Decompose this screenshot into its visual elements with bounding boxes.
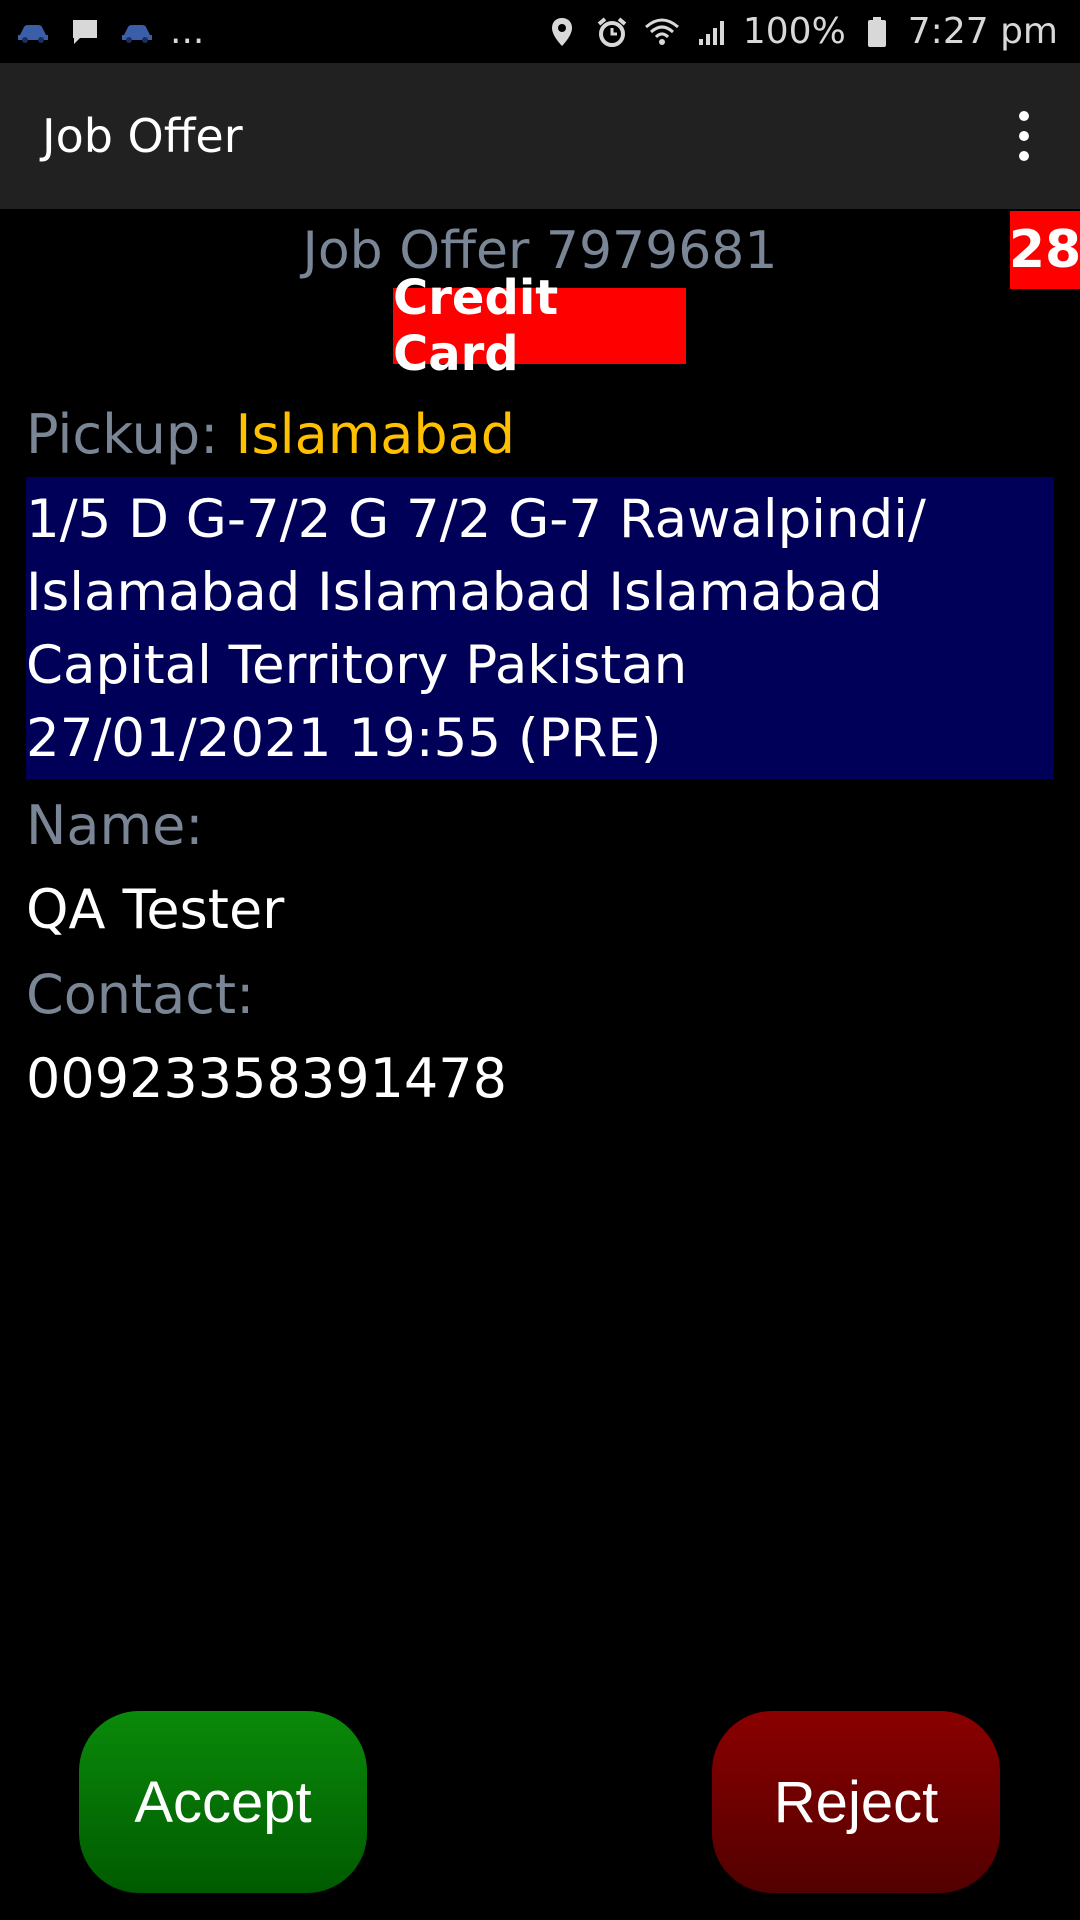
contact-label: Contact: [26, 963, 255, 1026]
message-icon [66, 13, 104, 51]
car-icon [118, 13, 156, 51]
reject-button[interactable]: Reject [712, 1711, 1000, 1893]
accept-button[interactable]: Accept [79, 1711, 367, 1893]
name-label: Name: [26, 794, 204, 857]
pickup-address: 1/5 D G-7/2 G 7/2 G-7 Rawalpindi/ Islama… [26, 477, 1054, 779]
signal-icon [693, 13, 731, 51]
pickup-label: Pickup: [26, 403, 219, 466]
clock: 7:27 pm [907, 11, 1058, 52]
job-offer-details: Job Offer 7979681 28 Credit Card Pickup:… [0, 209, 1080, 1709]
status-bar: ... 100% 7:27 pm [0, 0, 1080, 63]
payment-method-badge: Credit Card [393, 270, 686, 382]
status-bar-system: 100% 7:27 pm [543, 11, 1080, 52]
status-bar-notifications: ... [0, 11, 204, 52]
alarm-icon [593, 13, 631, 51]
notification-overflow: ... [170, 11, 205, 52]
countdown-timer-badge: 28 [1009, 211, 1080, 289]
menu-dot [1019, 151, 1029, 161]
location-icon [543, 13, 581, 51]
pickup-city: Islamabad [235, 403, 516, 466]
battery-percent: 100% [742, 11, 846, 52]
page-title: Job Offer [42, 109, 243, 163]
car-icon [14, 13, 52, 51]
more-vert-icon[interactable] [994, 86, 1054, 186]
menu-dot [1019, 131, 1029, 141]
battery-icon [858, 13, 896, 51]
contact-value[interactable]: 00923358391478 [26, 1047, 507, 1110]
pickup-row: Pickup: Islamabad [26, 403, 515, 466]
app-bar: Job Offer [0, 63, 1080, 209]
name-value: QA Tester [26, 878, 285, 941]
wifi-icon [643, 13, 681, 51]
menu-dot [1019, 111, 1029, 121]
